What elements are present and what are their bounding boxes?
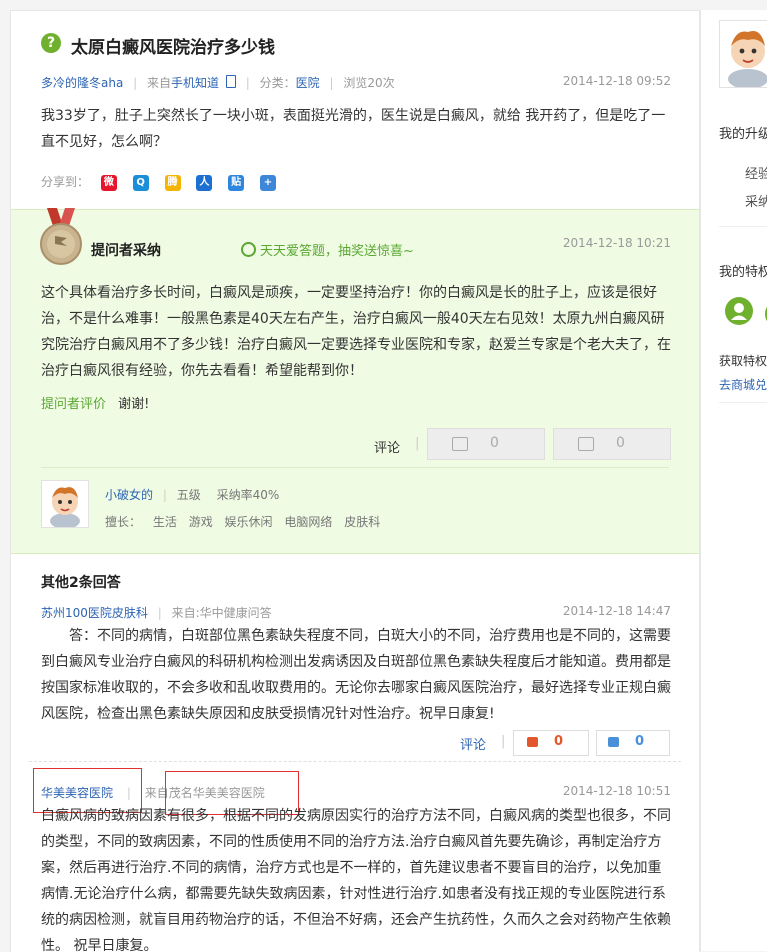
answer-2-content: 白癜风病的致病因素有很多，根据不同的发病原因实行的治疗方法不同，白癜风病的类型也… (41, 808, 671, 952)
expertise-tag[interactable]: 电脑网络 (284, 515, 332, 529)
answerer-expertise: 擅长： 生活 游戏 娱乐休闲 电脑网络 皮肤科 (105, 513, 388, 530)
answer-2-time: 2014-12-18 10:51 (562, 784, 671, 798)
answerer-info: 小破女的 | 五级 采纳率40% (105, 488, 280, 502)
expertise-tag[interactable]: 皮肤科 (344, 515, 380, 529)
upgrade-item-experience: 经验 (745, 167, 767, 182)
best-answer-time: 2014-12-18 10:21 (562, 236, 671, 250)
question-meta: 多冷的隆冬aha | 来自手机知道 | 分类：医院 | 浏览20次 (41, 75, 395, 90)
divider (29, 761, 681, 762)
qq-weibo-icon[interactable]: 腾 (164, 174, 181, 191)
answer-1-upvote-count: 0 (554, 734, 564, 749)
question-source-link[interactable]: 手机知道 (171, 76, 219, 90)
promo-link[interactable]: 天天爱答题，抽奖送惊喜~ (241, 240, 414, 259)
source-prefix: 来自 (147, 76, 172, 90)
best-answer-content: 这个具体看治疗多长时间，白癜风是顽疾，一定要坚持治疗！你的白癜风是长的肚子上，应… (41, 285, 671, 379)
asker-eval-label: 提问者评价 (41, 397, 107, 412)
thumbs-up-icon (452, 437, 468, 451)
more-share-icon[interactable]: + (259, 174, 276, 191)
answer-1-author-link[interactable]: 苏州100医院皮肤科 (41, 606, 148, 620)
question-time: 2014-12-18 09:52 (562, 74, 671, 88)
share-label: 分享到： (41, 175, 90, 189)
answerer-avatar[interactable] (41, 480, 89, 528)
upgrade-item-adopt: 采纳 (745, 195, 767, 210)
answer-1-content: 答：不同的病情，白斑部位黑色素缺失程度不同，白斑大小的不同，治疗费用也是不同的，… (41, 628, 671, 722)
gift-icon (241, 242, 256, 257)
upvote-button[interactable]: 0 (427, 428, 545, 460)
upgrade-title: 我的升级 (719, 127, 767, 142)
thumbs-down-icon (578, 437, 594, 451)
comment-link[interactable]: 评论 (374, 437, 400, 456)
share-bar: 分享到： 微 Q 腾 人 贴 + (41, 173, 288, 191)
answer-1-upvote-button[interactable]: 0 (513, 730, 589, 756)
thumbs-up-icon (527, 737, 538, 747)
downvote-count: 0 (616, 435, 625, 451)
right-sidebar: 我的升级 经验 采纳 我的特权 获取特权 去商城兑 (700, 10, 767, 951)
asker-evaluation: 提问者评价 谢谢! (41, 393, 149, 412)
answer-1-downvote-count: 0 (635, 734, 645, 749)
upvote-count: 0 (490, 435, 499, 451)
category-prefix: 分类： (259, 76, 296, 90)
question-author-link[interactable]: 多冷的隆冬aha (41, 76, 123, 90)
qzone-icon[interactable]: Q (132, 174, 149, 191)
divider (41, 467, 669, 468)
other-answers-heading: 其他2条回答 (41, 575, 121, 591)
privilege-user-icon[interactable] (725, 297, 753, 325)
category-link[interactable]: 医院 (296, 76, 320, 90)
privilege-text: 获取特权 (719, 354, 767, 368)
question-title: 太原白癜风医院治疗多少钱 (71, 38, 275, 58)
answerer-name-link[interactable]: 小破女的 (105, 488, 153, 502)
weibo-icon[interactable]: 微 (100, 174, 117, 191)
best-answer-panel: 提问者采纳 天天爱答题，抽奖送惊喜~ 2014-12-18 10:21 这个具体… (11, 208, 699, 554)
promo-text: 天天爱答题，抽奖送惊喜~ (260, 244, 414, 259)
divider (719, 402, 767, 403)
answer-1-meta: 苏州100医院皮肤科 | 来自:华中健康问答 (41, 606, 272, 620)
user-avatar[interactable] (719, 20, 767, 88)
question-mark-icon: ? (41, 33, 61, 53)
answer-1-downvote-button[interactable]: 0 (596, 730, 670, 756)
expertise-tag[interactable]: 游戏 (189, 515, 213, 529)
divider (719, 226, 767, 227)
medal-icon (39, 208, 83, 266)
tieba-icon[interactable]: 贴 (228, 174, 245, 191)
answer-1-time: 2014-12-18 14:47 (562, 604, 671, 618)
mall-link[interactable]: 去商城兑 (719, 376, 767, 393)
downvote-button[interactable]: 0 (553, 428, 671, 460)
expertise-label: 擅长： (105, 515, 142, 529)
privilege-title: 我的特权 (719, 265, 767, 280)
answerer-adopt-rate: 采纳率40% (216, 488, 280, 502)
expertise-tag[interactable]: 生活 (153, 515, 177, 529)
answer-1-source: 来自:华中健康问答 (171, 606, 272, 620)
answerer-level: 五级 (176, 488, 201, 502)
asker-eval-text: 谢谢! (118, 397, 150, 412)
mobile-phone-icon (225, 75, 236, 88)
answer-1-comment-link[interactable]: 评论 (460, 734, 486, 753)
view-count: 浏览20次 (343, 76, 395, 90)
main-column: ? 太原白癜风医院治疗多少钱 多冷的隆冬aha | 来自手机知道 | 分类：医院… (10, 10, 700, 952)
question-content: 我33岁了，肚子上突然长了一块小斑，表面挺光滑的，医生说是白癜风，就给 我开药了… (41, 108, 666, 150)
expertise-tag[interactable]: 娱乐休闲 (225, 515, 273, 529)
renren-icon[interactable]: 人 (196, 174, 213, 191)
thumbs-down-icon (608, 737, 619, 747)
best-answer-label: 提问者采纳 (91, 243, 161, 259)
